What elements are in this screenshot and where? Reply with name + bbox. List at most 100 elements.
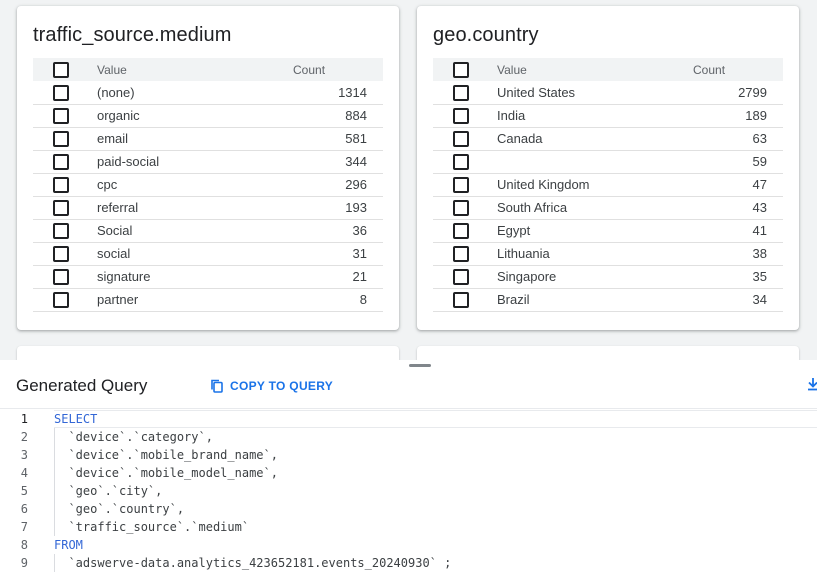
table-row[interactable]: cpc 296 bbox=[33, 173, 383, 197]
row-checkbox-cell[interactable] bbox=[33, 219, 89, 243]
row-checkbox[interactable] bbox=[453, 176, 469, 193]
facet-card-partial bbox=[417, 346, 799, 360]
row-checkbox-cell[interactable] bbox=[33, 81, 89, 105]
row-checkbox-cell[interactable] bbox=[433, 81, 489, 105]
code-line: 1 SELECT bbox=[0, 410, 817, 428]
query-editor[interactable]: 1 SELECT 2 `device`.`category`, 3 `device`.… bbox=[0, 410, 817, 582]
row-checkbox[interactable] bbox=[53, 199, 69, 216]
row-count: 31 bbox=[293, 242, 383, 266]
table-row[interactable]: United Kingdom 47 bbox=[433, 173, 783, 197]
table-row[interactable]: Brazil 34 bbox=[433, 288, 783, 312]
select-all-checkbox-cell[interactable] bbox=[33, 58, 89, 81]
select-all-checkbox[interactable] bbox=[453, 61, 469, 78]
row-checkbox[interactable] bbox=[453, 291, 469, 308]
row-checkbox-cell[interactable] bbox=[33, 127, 89, 151]
row-checkbox[interactable] bbox=[453, 153, 469, 170]
facet-table: Value Count (none) 1314 organic 884 email 581… bbox=[33, 58, 383, 312]
row-count: 41 bbox=[693, 219, 783, 243]
table-row[interactable]: Singapore 35 bbox=[433, 265, 783, 289]
code-line: 8 FROM bbox=[0, 536, 817, 554]
row-value: United Kingdom bbox=[489, 173, 693, 197]
table-row[interactable]: (none) 1314 bbox=[33, 81, 383, 105]
row-value bbox=[489, 150, 693, 174]
row-checkbox-cell[interactable] bbox=[33, 265, 89, 289]
table-row[interactable]: United States 2799 bbox=[433, 81, 783, 105]
row-checkbox-cell[interactable] bbox=[433, 288, 489, 312]
table-row[interactable]: Lithuania 38 bbox=[433, 242, 783, 266]
table-row[interactable]: referral 193 bbox=[33, 196, 383, 220]
query-panel-title: Generated Query bbox=[16, 376, 148, 395]
row-checkbox[interactable] bbox=[453, 268, 469, 285]
select-all-checkbox-cell[interactable] bbox=[433, 58, 489, 81]
row-checkbox[interactable] bbox=[453, 107, 469, 124]
table-row[interactable]: Egypt 41 bbox=[433, 219, 783, 243]
row-count: 36 bbox=[293, 219, 383, 243]
row-checkbox-cell[interactable] bbox=[33, 196, 89, 220]
code-text: SELECT bbox=[54, 410, 97, 428]
row-checkbox[interactable] bbox=[453, 199, 469, 216]
row-checkbox[interactable] bbox=[53, 245, 69, 262]
row-checkbox-cell[interactable] bbox=[433, 150, 489, 174]
sql-keyword: FROM bbox=[54, 538, 83, 552]
facet-card-partial bbox=[17, 346, 399, 360]
row-value: Social bbox=[89, 219, 293, 243]
sql-text: `geo`.`city`, bbox=[54, 484, 163, 498]
row-checkbox[interactable] bbox=[53, 130, 69, 147]
sql-text: `adswerve-data.analytics_423652181.event… bbox=[54, 556, 452, 570]
row-checkbox[interactable] bbox=[53, 84, 69, 101]
row-checkbox[interactable] bbox=[453, 130, 469, 147]
row-checkbox-cell[interactable] bbox=[33, 150, 89, 174]
code-line: 3 `device`.`mobile_brand_name`, bbox=[0, 446, 817, 464]
row-checkbox[interactable] bbox=[53, 153, 69, 170]
table-row[interactable]: South Africa 43 bbox=[433, 196, 783, 220]
row-checkbox[interactable] bbox=[53, 291, 69, 308]
row-checkbox-cell[interactable] bbox=[33, 104, 89, 128]
row-count: 296 bbox=[293, 173, 383, 197]
sql-text: `device`.`mobile_model_name`, bbox=[54, 466, 278, 480]
table-row[interactable]: organic 884 bbox=[33, 104, 383, 128]
table-row[interactable]: email 581 bbox=[33, 127, 383, 151]
table-row[interactable]: India 189 bbox=[433, 104, 783, 128]
row-checkbox[interactable] bbox=[53, 268, 69, 285]
row-checkbox-cell[interactable] bbox=[433, 219, 489, 243]
table-row[interactable]: social 31 bbox=[33, 242, 383, 266]
row-checkbox-cell[interactable] bbox=[433, 196, 489, 220]
active-line-highlight bbox=[54, 410, 817, 428]
table-row[interactable]: 59 bbox=[433, 150, 783, 174]
row-checkbox-cell[interactable] bbox=[433, 127, 489, 151]
row-value: Brazil bbox=[489, 288, 693, 312]
row-checkbox-cell[interactable] bbox=[433, 173, 489, 197]
row-checkbox[interactable] bbox=[453, 222, 469, 239]
line-number: 1 bbox=[20, 412, 28, 426]
row-checkbox[interactable] bbox=[53, 222, 69, 239]
row-checkbox[interactable] bbox=[53, 176, 69, 193]
download-icon[interactable] bbox=[805, 376, 817, 392]
row-checkbox[interactable] bbox=[53, 107, 69, 124]
table-row[interactable]: signature 21 bbox=[33, 265, 383, 289]
row-count: 59 bbox=[693, 150, 783, 174]
table-row[interactable]: Social 36 bbox=[33, 219, 383, 243]
line-number: 7 bbox=[20, 520, 28, 534]
row-checkbox-cell[interactable] bbox=[33, 173, 89, 197]
select-all-checkbox[interactable] bbox=[53, 61, 69, 78]
copy-to-query-button[interactable]: COPY TO QUERY bbox=[210, 376, 333, 396]
sql-text: `device`.`category`, bbox=[54, 430, 213, 444]
resize-handle[interactable] bbox=[409, 364, 431, 367]
row-checkbox-cell[interactable] bbox=[433, 242, 489, 266]
row-checkbox-cell[interactable] bbox=[33, 242, 89, 266]
row-checkbox[interactable] bbox=[453, 245, 469, 262]
code-text: `device`.`mobile_brand_name`, bbox=[54, 446, 278, 464]
row-checkbox-cell[interactable] bbox=[433, 265, 489, 289]
table-row[interactable]: Canada 63 bbox=[433, 127, 783, 151]
code-text: `device`.`category`, bbox=[54, 428, 213, 446]
row-value: South Africa bbox=[489, 196, 693, 220]
code-line: 7 `traffic_source`.`medium` bbox=[0, 518, 817, 536]
row-checkbox-cell[interactable] bbox=[33, 288, 89, 312]
row-count: 38 bbox=[693, 242, 783, 266]
row-checkbox-cell[interactable] bbox=[433, 104, 489, 128]
row-checkbox[interactable] bbox=[453, 84, 469, 101]
table-row[interactable]: paid-social 344 bbox=[33, 150, 383, 174]
table-row[interactable]: partner 8 bbox=[33, 288, 383, 312]
sql-text: `traffic_source`.`medium` bbox=[54, 520, 250, 534]
facet-card-traffic-source-medium: traffic_source.medium Value Count (none)… bbox=[17, 6, 399, 330]
